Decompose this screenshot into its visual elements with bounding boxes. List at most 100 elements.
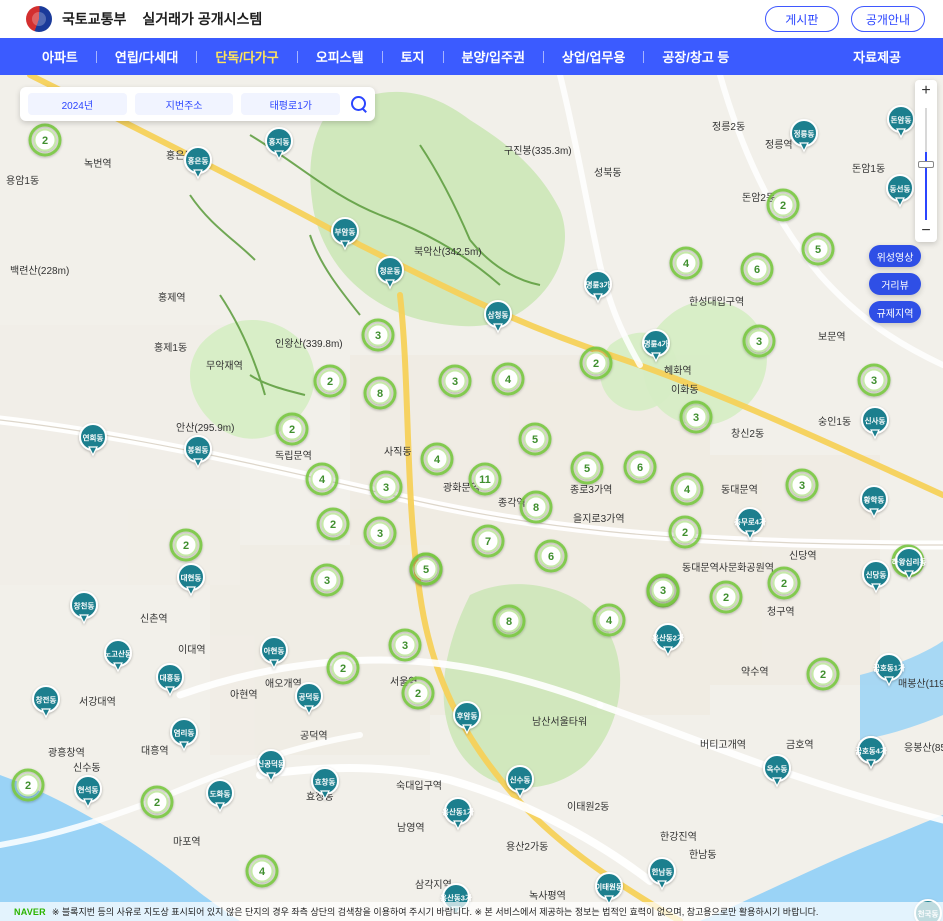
neighborhood-pin[interactable]: 대현동 <box>177 563 205 597</box>
cluster-marker[interactable]: 2 <box>709 580 743 614</box>
zoom-in-button[interactable]: + <box>915 80 937 102</box>
neighborhood-pin[interactable]: 신사동 <box>861 406 889 440</box>
street-view-button[interactable]: 거리뷰 <box>869 273 921 295</box>
nav-item-land[interactable]: 토지 <box>401 47 425 66</box>
cluster-marker[interactable]: 6 <box>623 450 657 484</box>
cluster-marker[interactable]: 2 <box>579 346 613 380</box>
nav-item-presale[interactable]: 분양/입주권 <box>462 47 525 66</box>
neighborhood-pin[interactable]: 한남동 <box>648 857 676 891</box>
cluster-marker[interactable]: 2 <box>766 188 800 222</box>
neighborhood-pin[interactable]: 동선동 <box>886 174 914 208</box>
cluster-marker[interactable]: 8 <box>519 490 553 524</box>
cluster-marker[interactable]: 4 <box>491 362 525 396</box>
neighborhood-pin[interactable]: 돈암동 <box>887 105 915 139</box>
cluster-marker[interactable]: 4 <box>670 472 704 506</box>
nav-item-factory[interactable]: 공장/창고 등 <box>662 47 729 66</box>
neighborhood-pin[interactable]: 삼청동 <box>484 300 512 334</box>
neighborhood-pin[interactable]: 대흥동 <box>156 663 184 697</box>
cluster-marker[interactable]: 3 <box>742 324 776 358</box>
cluster-marker[interactable]: 2 <box>275 412 309 446</box>
cluster-marker[interactable]: 2 <box>668 515 702 549</box>
neighborhood-pin[interactable]: 염리동 <box>170 718 198 752</box>
cluster-marker[interactable]: 7 <box>471 524 505 558</box>
map-label: 성북동 <box>594 167 622 179</box>
cluster-marker[interactable]: 3 <box>363 516 397 550</box>
cluster-marker[interactable]: 3 <box>361 318 395 352</box>
cluster-count: 3 <box>375 330 381 342</box>
cluster-marker[interactable]: 4 <box>669 246 703 280</box>
cluster-marker[interactable]: 4 <box>420 442 454 476</box>
cluster-marker[interactable]: 2 <box>28 123 62 157</box>
pin-tail <box>799 142 809 153</box>
year-chip[interactable]: 2024년 <box>28 93 127 115</box>
address-type-chip[interactable]: 지번주소 <box>134 93 234 115</box>
cluster-marker[interactable]: 4 <box>305 462 339 496</box>
neighborhood-pin[interactable]: 이태원동 <box>595 872 623 906</box>
neighborhood-pin[interactable]: 현석동 <box>74 775 102 809</box>
cluster-count: 4 <box>606 615 613 627</box>
nav-item-officetel[interactable]: 오피스텔 <box>316 47 364 66</box>
regulated-area-button[interactable]: 규제지역 <box>869 301 921 323</box>
cluster-marker[interactable]: 8 <box>363 376 397 410</box>
neighborhood-pin[interactable]: 옥수동 <box>763 754 791 788</box>
cluster-marker[interactable]: 3 <box>679 400 713 434</box>
cluster-marker[interactable]: 3 <box>310 563 344 597</box>
pin-label: 금호동4가 <box>855 746 887 756</box>
cluster-marker[interactable]: 2 <box>401 676 435 710</box>
cluster-marker[interactable]: 3 <box>646 573 680 607</box>
cluster-marker[interactable]: 2 <box>140 785 174 819</box>
cluster-marker[interactable]: 5 <box>570 451 604 485</box>
public-info-button[interactable]: 공개안내 <box>850 6 925 32</box>
cluster-marker[interactable]: 2 <box>11 768 45 802</box>
cluster-count: 2 <box>25 780 31 792</box>
road-name-chip[interactable]: 태평로1가 <box>241 93 341 115</box>
pin-label: 공덕동 <box>299 692 320 702</box>
nav-item-data[interactable]: 자료제공 <box>853 47 901 66</box>
satellite-button[interactable]: 위성영상 <box>869 245 921 267</box>
cluster-count: 2 <box>415 688 421 700</box>
cluster-marker[interactable]: 4 <box>245 854 279 888</box>
cluster-marker[interactable]: 5 <box>518 422 552 456</box>
cluster-marker[interactable]: 4 <box>592 603 626 637</box>
nav-item-detached[interactable]: 단독/다가구 <box>215 47 278 66</box>
cluster-marker[interactable]: 5 <box>801 232 835 266</box>
cluster-marker[interactable]: 2 <box>169 528 203 562</box>
neighborhood-pin[interactable]: 정릉동 <box>790 119 818 153</box>
search-icon[interactable] <box>350 95 367 113</box>
cluster-marker[interactable]: 2 <box>806 657 840 691</box>
neighborhood-pin[interactable]: 금호동4가 <box>855 736 887 770</box>
map-label: 애오개역 <box>265 678 302 690</box>
neighborhood-pin[interactable]: 홍은동 <box>184 146 212 180</box>
map-label: 녹번역 <box>84 158 112 170</box>
nav-item-commercial[interactable]: 상업/업무용 <box>562 47 625 66</box>
cluster-marker[interactable]: 2 <box>326 651 360 685</box>
neighborhood-pin[interactable]: 창전동 <box>32 685 60 719</box>
cluster-marker[interactable]: 2 <box>767 566 801 600</box>
cluster-marker[interactable]: 3 <box>388 628 422 662</box>
zoom-thumb[interactable] <box>918 161 934 168</box>
neighborhood-pin[interactable]: 홍지동 <box>265 127 293 161</box>
cluster-marker[interactable]: 3 <box>857 363 891 397</box>
cluster-marker[interactable]: 11 <box>468 462 502 496</box>
nav-item-rowhouse[interactable]: 연립/다세대 <box>115 47 178 66</box>
cluster-marker[interactable]: 3 <box>369 470 403 504</box>
cluster-marker[interactable]: 3 <box>785 468 819 502</box>
map-view[interactable]: 용암1동 녹번역 홍은동 홍제역 홍제1동 무악재역 독립문역 사직동 광화문역… <box>0 75 943 921</box>
cluster-marker[interactable]: 6 <box>534 539 568 573</box>
map-side-controls: 위성영상 거리뷰 규제지역 <box>869 245 921 323</box>
pin-tail <box>895 197 905 208</box>
cluster-marker[interactable]: 2 <box>316 507 350 541</box>
cluster-marker[interactable]: 5 <box>409 552 443 586</box>
neighborhood-pin[interactable]: 창천동 <box>70 591 98 625</box>
neighborhood-pin[interactable]: 도화동 <box>206 779 234 813</box>
cluster-marker[interactable]: 2 <box>313 364 347 398</box>
cluster-marker[interactable]: 3 <box>438 364 472 398</box>
cluster-marker[interactable]: 6 <box>740 252 774 286</box>
neighborhood-pin[interactable]: 노고산동 <box>104 639 132 673</box>
pin-label: 노고산동 <box>104 649 132 659</box>
board-button[interactable]: 게시판 <box>764 6 839 32</box>
neighborhood-pin[interactable]: 용산동1가 <box>442 797 474 831</box>
cluster-marker[interactable]: 8 <box>492 604 526 638</box>
zoom-out-button[interactable]: − <box>915 220 937 242</box>
nav-item-apartment[interactable]: 아파트 <box>42 47 78 66</box>
